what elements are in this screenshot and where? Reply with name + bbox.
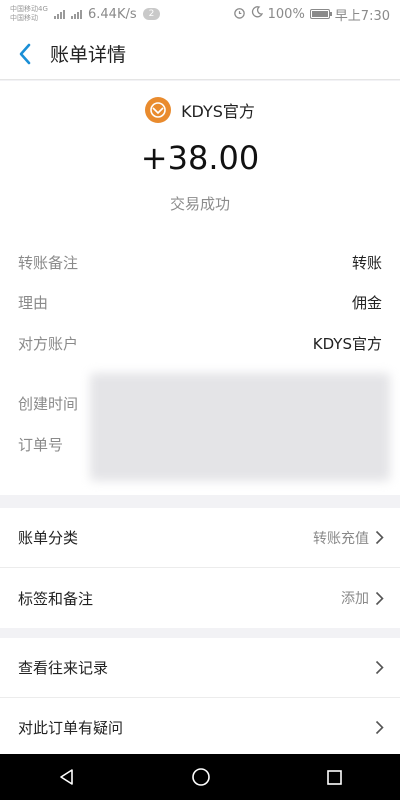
bill-detail-card: KDYS官方 +38.00 交易成功 转账备注 转账 理由 佣金 对方账户 KD…	[0, 81, 400, 495]
back-button[interactable]	[10, 39, 40, 69]
row-label: 对此订单有疑问	[18, 718, 124, 737]
notification-badge: 2	[142, 8, 161, 20]
carrier-line-1: 中国移动4G	[10, 5, 48, 13]
back-triangle-icon[interactable]	[58, 768, 76, 786]
detail-value: 转账	[351, 254, 382, 272]
detail-label: 对方账户	[18, 335, 79, 353]
order-help-section: 查看往来记录 对此订单有疑问	[0, 638, 400, 756]
detail-value: 佣金	[351, 294, 382, 312]
status-bar: 中国移动4G 中国移动 6.44K/s 2 100% 早上7:30	[0, 0, 400, 28]
row-value: 转账充值	[313, 530, 369, 547]
signal-icon-2	[71, 9, 82, 19]
home-circle-icon[interactable]	[191, 767, 211, 787]
chevron-right-icon	[375, 530, 384, 545]
row-label: 账单分类	[18, 529, 79, 547]
page-title: 账单详情	[50, 44, 127, 66]
row-label: 标签和备注	[18, 589, 94, 608]
transaction-amount: +38.00	[140, 139, 260, 177]
signal-icon	[54, 9, 65, 19]
bill-category-row[interactable]: 账单分类 转账充值	[0, 508, 400, 568]
detail-row-reason: 理由 佣金	[18, 292, 382, 313]
detail-row-remark: 转账备注 转账	[18, 252, 382, 273]
merchant-info: KDYS官方	[0, 97, 400, 123]
merchant-logo	[145, 97, 172, 123]
detail-label: 创建时间	[18, 395, 79, 413]
detail-label: 转账备注	[18, 254, 79, 272]
carrier-info: 中国移动4G 中国移动	[10, 5, 54, 23]
carrier-line-2: 中国移动	[10, 14, 38, 22]
clock: 早上7:30	[334, 8, 390, 24]
bill-options-section: 账单分类 转账充值 标签和备注 添加	[0, 508, 400, 628]
do-not-disturb-icon	[251, 6, 263, 22]
system-navigation-bar	[0, 754, 400, 800]
battery-percent: 100%	[267, 6, 305, 22]
detail-label: 理由	[18, 294, 49, 312]
row-value: 添加	[341, 591, 369, 607]
merchant-name: KDYS官方	[181, 102, 255, 121]
detail-row-counterparty: 对方账户 KDYS官方	[18, 333, 382, 354]
transaction-history-row[interactable]: 查看往来记录	[0, 638, 400, 698]
network-speed: 6.44K/s	[88, 6, 137, 22]
chevron-right-icon	[375, 660, 384, 675]
transaction-status: 交易成功	[169, 195, 230, 213]
chevron-left-icon	[19, 43, 31, 64]
app-header: 账单详情	[0, 28, 400, 80]
detail-value: KDYS官方	[312, 335, 382, 353]
tags-notes-row[interactable]: 标签和备注 添加	[0, 568, 400, 628]
row-label: 查看往来记录	[18, 659, 109, 677]
recents-square-icon[interactable]	[326, 769, 343, 786]
alarm-icon	[233, 6, 246, 23]
chevron-right-icon	[375, 720, 384, 734]
redacted-area	[90, 373, 390, 481]
battery-icon	[309, 9, 332, 19]
order-question-row[interactable]: 对此订单有疑问	[0, 698, 400, 756]
detail-label: 订单号	[18, 436, 64, 454]
chevron-right-icon	[375, 591, 384, 605]
